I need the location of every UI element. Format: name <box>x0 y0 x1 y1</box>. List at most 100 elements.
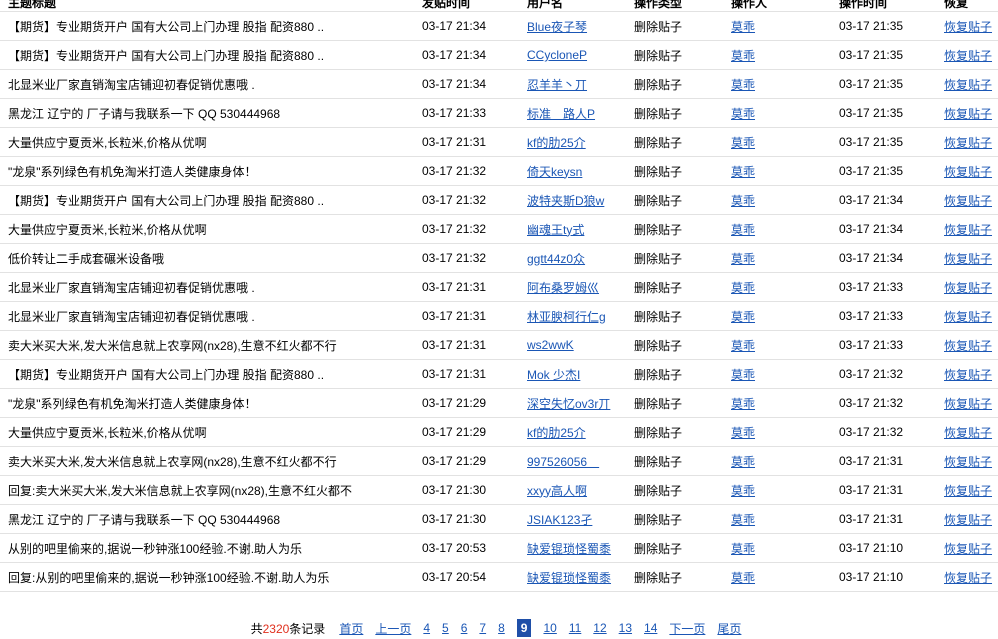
username-link[interactable]: ws2wwK <box>527 338 574 352</box>
operator-link[interactable]: 莫乖 <box>731 165 755 179</box>
username-link[interactable]: 缺爱锟琐怪蜀黍 <box>527 542 611 556</box>
restore-link[interactable]: 恢复贴子 <box>944 20 992 34</box>
restore-link[interactable]: 恢复贴子 <box>944 107 992 121</box>
page-link[interactable]: 12 <box>593 621 606 635</box>
table-row: 【期货】专业期货开户 国有大公司上门办理 股指 配资880 .. 03-17 21… <box>0 11 998 41</box>
op-time: 03-17 21:33 <box>831 301 936 331</box>
restore-link[interactable]: 恢复贴子 <box>944 455 992 469</box>
operator-link[interactable]: 莫乖 <box>731 194 755 208</box>
restore-link[interactable]: 恢复贴子 <box>944 49 992 63</box>
username-link[interactable]: 幽魂王ty式 <box>527 223 584 237</box>
username-link[interactable]: Mok 少杰I <box>527 368 580 382</box>
post-title: 【期货】专业期货开户 国有大公司上门办理 股指 配资880 .. <box>0 40 414 70</box>
operator-link[interactable]: 莫乖 <box>731 426 755 440</box>
restore-link[interactable]: 恢复贴子 <box>944 310 992 324</box>
page-link[interactable]: 14 <box>644 621 657 635</box>
post-time: 03-17 20:54 <box>414 562 519 592</box>
operator-link-cell: 莫乖 <box>723 446 831 476</box>
op-time: 03-17 21:35 <box>831 127 936 157</box>
restore-link-cell: 恢复贴子 <box>936 11 998 41</box>
operator-link[interactable]: 莫乖 <box>731 20 755 34</box>
username-link[interactable]: 缺爱锟琐怪蜀黍 <box>527 571 611 585</box>
username-link[interactable]: JSIAK123孑 <box>527 513 592 527</box>
page-link[interactable]: 10 <box>543 621 556 635</box>
username-link[interactable]: xxyy高人啊 <box>527 484 587 498</box>
post-time: 03-17 21:29 <box>414 388 519 418</box>
username-link[interactable]: 997526056＿ <box>527 455 599 469</box>
restore-link[interactable]: 恢复贴子 <box>944 397 992 411</box>
restore-link[interactable]: 恢复贴子 <box>944 542 992 556</box>
username-link-cell: Blue夜子琴 <box>519 11 626 41</box>
col-header-restore: 恢复 <box>936 0 998 12</box>
operator-link[interactable]: 莫乖 <box>731 78 755 92</box>
next-page-link[interactable]: 下一页 <box>669 620 705 637</box>
restore-link[interactable]: 恢复贴子 <box>944 78 992 92</box>
op-type: 删除贴子 <box>626 359 723 389</box>
username-link[interactable]: CCycloneP <box>527 48 587 62</box>
username-link[interactable]: 倚天keysn <box>527 165 582 179</box>
operator-link[interactable]: 莫乖 <box>731 513 755 527</box>
op-time: 03-17 21:35 <box>831 69 936 99</box>
restore-link[interactable]: 恢复贴子 <box>944 571 992 585</box>
restore-link[interactable]: 恢复贴子 <box>944 252 992 266</box>
username-link[interactable]: ggtt44z0众 <box>527 252 585 266</box>
page-link[interactable]: 4 <box>423 621 430 635</box>
operator-link[interactable]: 莫乖 <box>731 252 755 266</box>
operator-link[interactable]: 莫乖 <box>731 542 755 556</box>
operator-link[interactable]: 莫乖 <box>731 281 755 295</box>
restore-link[interactable]: 恢复贴子 <box>944 165 992 179</box>
page-link[interactable]: 5 <box>442 621 449 635</box>
post-time: 03-17 21:31 <box>414 359 519 389</box>
op-type: 删除贴子 <box>626 301 723 331</box>
username-link[interactable]: 波特夹斯D狼w <box>527 194 604 208</box>
restore-link[interactable]: 恢复贴子 <box>944 194 992 208</box>
operator-link[interactable]: 莫乖 <box>731 397 755 411</box>
page-link[interactable]: 13 <box>619 621 632 635</box>
username-link[interactable]: kf的肋25介 <box>527 426 586 440</box>
post-title: 北显米业厂家直销淘宝店铺迎初春促销优惠哦 . <box>0 69 414 99</box>
last-page-link[interactable]: 尾页 <box>717 620 741 637</box>
op-type: 删除贴子 <box>626 98 723 128</box>
page-link[interactable]: 8 <box>498 621 505 635</box>
username-link[interactable]: 标准＿路人P <box>527 107 595 121</box>
page-links-after: 10 11 12 13 14 <box>537 621 663 635</box>
table-row: 北显米业厂家直销淘宝店铺迎初春促销优惠哦 . 03-17 21:31 林亚腴柯行仁g… <box>0 301 998 331</box>
first-page-link[interactable]: 首页 <box>339 620 363 637</box>
prev-page-link[interactable]: 上一页 <box>375 620 411 637</box>
op-time: 03-17 21:35 <box>831 11 936 41</box>
restore-link-cell: 恢复贴子 <box>936 69 998 99</box>
page-link[interactable]: 6 <box>461 621 468 635</box>
restore-link[interactable]: 恢复贴子 <box>944 513 992 527</box>
post-title: 黑龙江 辽宁的 厂子请与我联系一下 QQ 530444968 <box>0 98 414 128</box>
post-title: 北显米业厂家直销淘宝店铺迎初春促销优惠哦 . <box>0 272 414 302</box>
restore-link[interactable]: 恢复贴子 <box>944 484 992 498</box>
restore-link[interactable]: 恢复贴子 <box>944 136 992 150</box>
col-header-title: 主题标题 <box>0 0 414 12</box>
restore-link[interactable]: 恢复贴子 <box>944 426 992 440</box>
restore-link[interactable]: 恢复贴子 <box>944 281 992 295</box>
operator-link[interactable]: 莫乖 <box>731 368 755 382</box>
username-link[interactable]: 深空失忆ov3r丌 <box>527 397 610 411</box>
page-link[interactable]: 11 <box>569 621 581 635</box>
operator-link[interactable]: 莫乖 <box>731 310 755 324</box>
username-link[interactable]: kf的肋25介 <box>527 136 586 150</box>
operator-link[interactable]: 莫乖 <box>731 339 755 353</box>
operator-link[interactable]: 莫乖 <box>731 136 755 150</box>
operator-link[interactable]: 莫乖 <box>731 484 755 498</box>
username-link[interactable]: 阿布桑罗姆巛 <box>527 281 599 295</box>
restore-link[interactable]: 恢复贴子 <box>944 368 992 382</box>
username-link[interactable]: 林亚腴柯行仁g <box>527 310 606 324</box>
operator-link[interactable]: 莫乖 <box>731 49 755 63</box>
op-time: 03-17 21:34 <box>831 214 936 244</box>
operator-link[interactable]: 莫乖 <box>731 107 755 121</box>
table-row: 从别的吧里偷来的,据说一秒钟涨100经验.不谢.助人为乐 03-17 20:53 缺… <box>0 533 998 563</box>
operator-link[interactable]: 莫乖 <box>731 571 755 585</box>
restore-link[interactable]: 恢复贴子 <box>944 339 992 353</box>
restore-link[interactable]: 恢复贴子 <box>944 223 992 237</box>
post-time: 03-17 21:34 <box>414 40 519 70</box>
operator-link[interactable]: 莫乖 <box>731 455 755 469</box>
username-link[interactable]: Blue夜子琴 <box>527 20 587 34</box>
operator-link[interactable]: 莫乖 <box>731 223 755 237</box>
page-link[interactable]: 7 <box>479 621 486 635</box>
username-link[interactable]: 忍羊羊丶丌 <box>527 78 587 92</box>
